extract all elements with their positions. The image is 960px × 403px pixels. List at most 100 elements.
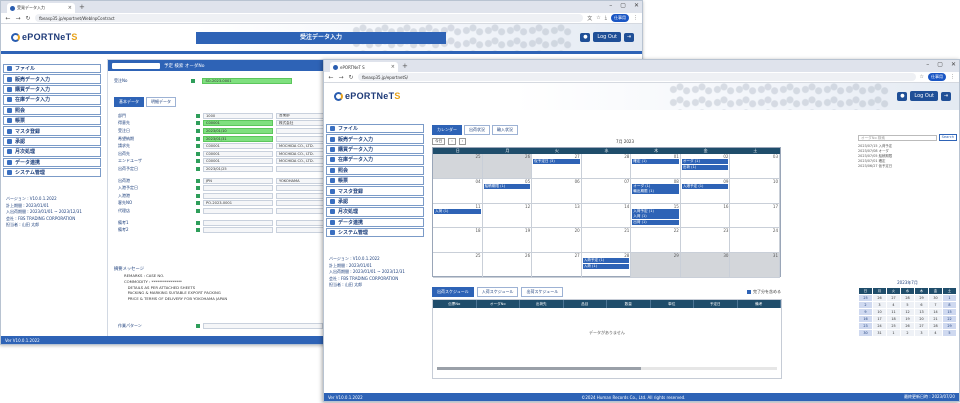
calendar-day-cell[interactable]: 21 (581, 228, 632, 254)
calendar-day-cell[interactable]: 13 (532, 203, 582, 229)
calendar-day-cell[interactable]: 18 (433, 228, 483, 254)
table-column-header[interactable]: オーダNo (477, 300, 520, 308)
calendar-day-cell[interactable]: 30 (680, 253, 731, 278)
mini-date[interactable]: 2 (859, 302, 872, 308)
profile-button[interactable]: 仕事用 (928, 73, 946, 81)
sidebar-item-8[interactable]: 月次処理 (326, 207, 424, 217)
calendar-day-cell[interactable]: 27 仮予定日 (3) (532, 154, 582, 179)
logout-button[interactable]: Log Out (593, 32, 621, 42)
sidebar-item-10[interactable]: システム管理 (3, 167, 101, 178)
mini-date[interactable]: 12 (901, 309, 914, 315)
calendar-day-cell[interactable]: 27 (532, 253, 582, 278)
mini-date[interactable]: 10 (873, 309, 886, 315)
minimize-icon[interactable]: – (926, 61, 929, 68)
form-field-input[interactable]: 2023/01/31 (203, 135, 273, 142)
tab-calendar[interactable]: カレンダー (432, 125, 462, 135)
sidebar-item-2[interactable]: 購買データ入力 (326, 144, 424, 155)
reload-icon[interactable]: ↻ (25, 15, 31, 22)
tab-basic-data[interactable]: 基本データ (114, 97, 144, 107)
search-result-item[interactable]: 2023/06/27 仮予定日 (858, 164, 957, 169)
new-tab-icon[interactable]: + (402, 62, 408, 70)
calendar-day-cell[interactable]: 06 (532, 178, 582, 204)
form-field-input[interactable]: 2023/01/10 (203, 127, 273, 134)
sidebar-item-4[interactable]: 照会 (3, 105, 101, 115)
calendar-day-cell[interactable]: 24 (730, 228, 780, 254)
sidebar-item-9[interactable]: データ連携 (3, 157, 101, 167)
menu-icon[interactable]: ⋮ (633, 15, 638, 21)
shipping-schedule-button[interactable]: 出荷スケジュール (432, 287, 474, 297)
calendar-event[interactable]: 入港予定 (1) (681, 183, 729, 189)
mini-date[interactable]: 27 (887, 295, 900, 301)
exit-icon[interactable]: ⇥ (941, 91, 951, 101)
mini-date[interactable]: 5 (901, 302, 914, 308)
calendar-day-cell[interactable]: 19 (482, 228, 533, 254)
form-field-input[interactable]: PO-2023-0001 (203, 200, 273, 207)
mini-date[interactable]: 20 (915, 316, 928, 322)
menu-icon[interactable]: ⋮ (950, 74, 955, 80)
close-tab-icon[interactable]: × (68, 5, 72, 11)
sidebar-item-1[interactable]: 販売データ入力 (326, 134, 424, 144)
calendar-event[interactable]: 輸出期限 (1) (632, 189, 679, 195)
mini-date[interactable]: 9 (859, 309, 872, 315)
back-icon[interactable]: ← (5, 15, 11, 22)
calendar-day-cell[interactable]: 26 (482, 154, 533, 179)
search-mode-selector[interactable] (112, 62, 160, 69)
calendar-event[interactable]: 船積期限 (1) (483, 183, 531, 189)
sidebar-item-5[interactable]: 帳票 (3, 115, 101, 126)
include-completed-toggle[interactable]: 完了分を含める (747, 289, 781, 295)
forward-icon[interactable]: → (15, 15, 21, 22)
mini-date[interactable]: 17 (873, 316, 886, 322)
calendar-event[interactable]: 入荷 (1) (434, 208, 481, 214)
mini-date[interactable]: 14 (929, 309, 942, 315)
mini-date[interactable]: 2 (901, 330, 914, 336)
maximize-icon[interactable]: ▢ (937, 61, 943, 68)
mini-date[interactable]: 5 (943, 330, 956, 336)
calendar-day-cell[interactable]: 26 (482, 253, 533, 278)
form-field-input[interactable] (203, 219, 273, 226)
shipping-schedule-alt-button[interactable]: 出荷スケジュール (521, 287, 564, 297)
form-field-input[interactable]: C00001 (203, 120, 273, 127)
mini-date[interactable]: 4 (887, 302, 900, 308)
form-field-input[interactable]: C00001 (203, 143, 273, 150)
back-icon[interactable]: ← (328, 74, 334, 81)
calendar-day-cell[interactable]: 25 (433, 154, 483, 179)
mini-date[interactable]: 29 (943, 323, 956, 329)
mini-date[interactable]: 24 (873, 323, 886, 329)
sidebar-item-6[interactable]: マスタ登録 (3, 126, 101, 136)
horizontal-scrollbar[interactable] (437, 367, 777, 370)
calendar-day-cell[interactable]: 14 (581, 203, 632, 229)
calendar-event[interactable]: 入荷 (1) (582, 263, 630, 269)
mini-date[interactable]: 30 (929, 295, 942, 301)
mini-date[interactable]: 23 (859, 323, 872, 329)
form-field-input[interactable]: C00001 (203, 158, 273, 165)
user-icon[interactable]: ● (580, 32, 591, 42)
table-column-header[interactable]: 出荷先 (520, 300, 564, 308)
sidebar-item-4[interactable]: 照会 (326, 165, 424, 175)
maximize-icon[interactable]: ▢ (620, 2, 626, 9)
calendar-day-cell[interactable]: 03 (730, 154, 780, 179)
calendar-event[interactable]: 入荷 (1) (632, 214, 679, 220)
calendar-day-cell[interactable]: 29 (631, 253, 681, 278)
calendar-day-cell[interactable]: 16 (680, 203, 731, 229)
mini-date[interactable]: 16 (859, 316, 872, 322)
form-field-input[interactable] (203, 185, 273, 192)
profile-button[interactable]: 仕事用 (611, 14, 629, 22)
calendar-day-cell[interactable]: 09 入港予定 (1) (680, 178, 731, 204)
mini-date[interactable]: 11 (887, 309, 900, 315)
sidebar-item-5[interactable]: 帳票 (326, 175, 424, 186)
form-field-input[interactable] (203, 227, 273, 234)
mini-date[interactable]: 25 (859, 295, 872, 301)
mini-date[interactable]: 26 (901, 323, 914, 329)
mini-date[interactable]: 26 (873, 295, 886, 301)
calendar-day-cell[interactable]: 20 (532, 228, 582, 254)
calendar-day-cell[interactable]: 17 (730, 203, 780, 229)
exit-icon[interactable]: ⇥ (624, 32, 634, 42)
order-search-input[interactable]: オーダNo 検索 (858, 134, 937, 141)
browser-tab[interactable]: ePORTNeT S × (330, 62, 398, 72)
mini-date[interactable]: 8 (943, 302, 956, 308)
calendar-day-cell[interactable]: 31 (730, 253, 780, 278)
sidebar-item-2[interactable]: 購買データ入力 (3, 84, 101, 95)
mini-date[interactable]: 30 (859, 330, 872, 336)
order-number-input[interactable]: SO-2023-0001 (202, 78, 293, 84)
mini-date[interactable]: 28 (929, 323, 942, 329)
